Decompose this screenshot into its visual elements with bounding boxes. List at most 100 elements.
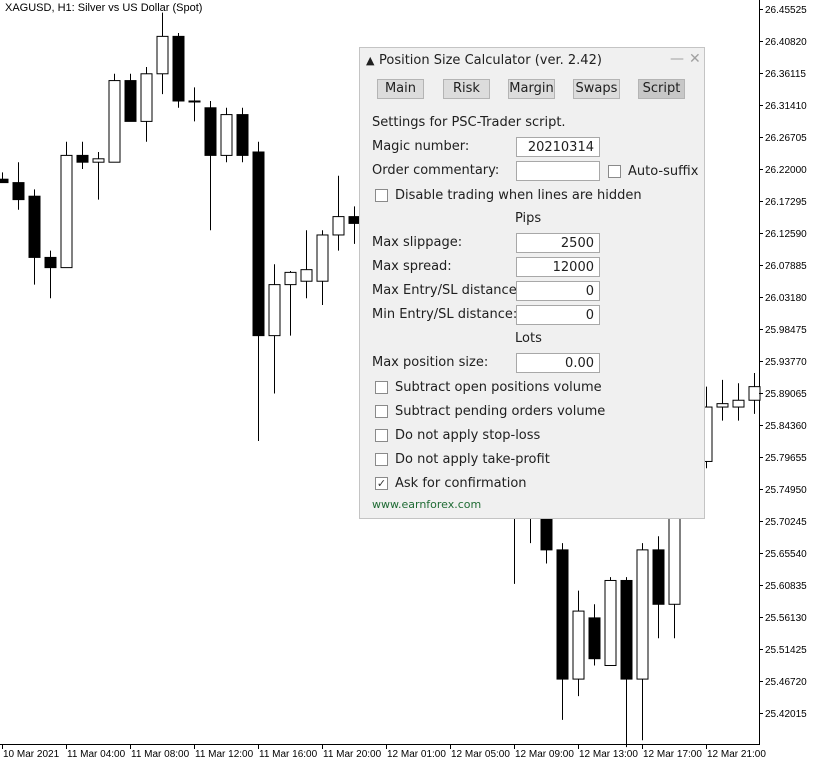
price-label: 25.65540 bbox=[765, 549, 807, 560]
price-label: 25.46720 bbox=[765, 677, 807, 688]
bear-candle-body bbox=[12, 182, 25, 201]
magic-number-input[interactable] bbox=[516, 137, 600, 157]
bull-candle-body bbox=[140, 73, 153, 122]
price-label: 26.45525 bbox=[765, 5, 807, 16]
price-label: 25.89065 bbox=[765, 389, 807, 400]
candle bbox=[268, 264, 281, 394]
subtract-open-checkbox[interactable] bbox=[375, 381, 388, 394]
candle bbox=[732, 383, 745, 421]
panel-titlebar[interactable]: ▲ Position Size Calculator (ver. 2.42) —… bbox=[360, 48, 704, 74]
bull-candle-body bbox=[268, 284, 281, 337]
bear-candle-body bbox=[252, 151, 265, 337]
bull-candle-body bbox=[188, 100, 201, 103]
no-takeprofit-checkbox[interactable] bbox=[375, 453, 388, 466]
subtract-open-label: Subtract open positions volume bbox=[395, 380, 602, 395]
candle bbox=[284, 271, 297, 336]
ask-confirmation-checkbox[interactable]: ✓ bbox=[375, 477, 388, 490]
candle bbox=[108, 73, 121, 163]
bear-candle-body bbox=[204, 107, 217, 156]
candle bbox=[12, 162, 25, 210]
subtract-pending-checkbox[interactable] bbox=[375, 405, 388, 418]
disable-trading-checkbox[interactable] bbox=[375, 189, 388, 202]
time-label: 11 Mar 08:00 bbox=[131, 749, 190, 760]
pips-heading: Pips bbox=[515, 211, 542, 226]
bear-candle-body bbox=[28, 195, 41, 258]
bull-candle-body bbox=[748, 386, 761, 401]
bull-candle-body bbox=[732, 399, 745, 408]
panel-tabs: Main Risk Margin Swaps Script bbox=[360, 79, 704, 101]
bear-candle-body bbox=[620, 579, 633, 680]
candle bbox=[92, 151, 105, 200]
price-label: 26.26705 bbox=[765, 133, 807, 144]
candle bbox=[556, 543, 569, 720]
candle bbox=[652, 536, 665, 639]
price-axis: 26.45525 26.40820 26.36115 26.31410 26.26705… bbox=[759, 5, 807, 720]
bull-candle-body bbox=[220, 114, 233, 156]
candle bbox=[28, 189, 41, 285]
minimize-icon[interactable]: — bbox=[670, 51, 684, 67]
order-commentary-label: Order commentary: bbox=[372, 163, 500, 178]
subtract-pending-label: Subtract pending orders volume bbox=[395, 404, 606, 419]
bull-candle-body bbox=[716, 403, 729, 408]
candle bbox=[76, 141, 89, 169]
order-commentary-input[interactable] bbox=[516, 161, 600, 181]
bull-candle-body bbox=[284, 271, 297, 286]
no-stoploss-checkbox[interactable] bbox=[375, 429, 388, 442]
time-label: 11 Mar 04:00 bbox=[67, 749, 126, 760]
price-label: 25.84360 bbox=[765, 421, 807, 432]
bull-candle-body bbox=[636, 549, 649, 680]
candle bbox=[332, 175, 345, 251]
candle bbox=[316, 230, 329, 306]
candle bbox=[124, 73, 137, 122]
chart-title: XAGUSD, H1: Silver vs US Dollar (Spot) bbox=[5, 2, 203, 14]
bear-candle-body bbox=[236, 114, 249, 156]
bull-candle-body bbox=[300, 269, 313, 282]
lots-heading: Lots bbox=[515, 331, 542, 346]
bull-candle-body bbox=[572, 610, 585, 680]
bear-candle-body bbox=[172, 35, 185, 102]
close-icon[interactable]: ✕ bbox=[689, 51, 701, 67]
tab-main[interactable]: Main bbox=[377, 79, 424, 99]
time-label: 11 Mar 12:00 bbox=[195, 749, 254, 760]
earnforex-link[interactable]: www.earnforex.com bbox=[372, 498, 481, 511]
tab-margin[interactable]: Margin bbox=[508, 79, 555, 99]
bear-candle-body bbox=[556, 549, 569, 680]
time-label: 11 Mar 16:00 bbox=[259, 749, 318, 760]
candle bbox=[588, 604, 601, 666]
max-spread-input[interactable] bbox=[516, 257, 600, 277]
candle bbox=[204, 100, 217, 231]
auto-suffix-checkbox[interactable] bbox=[608, 165, 621, 178]
candle bbox=[620, 577, 633, 748]
price-label: 26.12590 bbox=[765, 229, 807, 240]
min-entry-sl-input[interactable] bbox=[516, 305, 600, 325]
bull-candle-body bbox=[332, 216, 345, 236]
candle bbox=[156, 12, 169, 95]
max-position-size-input[interactable] bbox=[516, 353, 600, 373]
bear-candle-body bbox=[124, 80, 137, 122]
price-label: 26.40820 bbox=[765, 37, 807, 48]
bear-candle-body bbox=[652, 549, 665, 605]
min-entry-sl-label: Min Entry/SL distance: bbox=[372, 307, 518, 322]
candle bbox=[172, 32, 185, 108]
price-label: 26.03180 bbox=[765, 293, 807, 304]
bull-candle-body bbox=[92, 158, 105, 163]
tab-swaps[interactable]: Swaps bbox=[573, 79, 620, 99]
price-label: 25.74950 bbox=[765, 485, 807, 496]
price-label: 26.07885 bbox=[765, 261, 807, 272]
time-label: 12 Mar 21:00 bbox=[707, 749, 766, 760]
max-entry-sl-input[interactable] bbox=[516, 281, 600, 301]
price-label: 26.31410 bbox=[765, 101, 807, 112]
max-slippage-input[interactable] bbox=[516, 233, 600, 253]
max-slippage-label: Max slippage: bbox=[372, 235, 463, 250]
disable-trading-label: Disable trading when lines are hidden bbox=[395, 188, 642, 203]
price-label: 25.70245 bbox=[765, 517, 807, 528]
position-size-calculator-panel[interactable]: ▲ Position Size Calculator (ver. 2.42) —… bbox=[359, 47, 705, 519]
candle bbox=[60, 141, 73, 269]
bull-candle-body bbox=[316, 234, 329, 282]
price-label: 25.98475 bbox=[765, 325, 807, 336]
tab-risk[interactable]: Risk bbox=[443, 79, 490, 99]
max-spread-label: Max spread: bbox=[372, 259, 452, 274]
panel-triangle-icon[interactable]: ▲ bbox=[366, 54, 374, 67]
tab-script[interactable]: Script bbox=[638, 79, 685, 99]
max-entry-sl-label: Max Entry/SL distance: bbox=[372, 283, 522, 298]
